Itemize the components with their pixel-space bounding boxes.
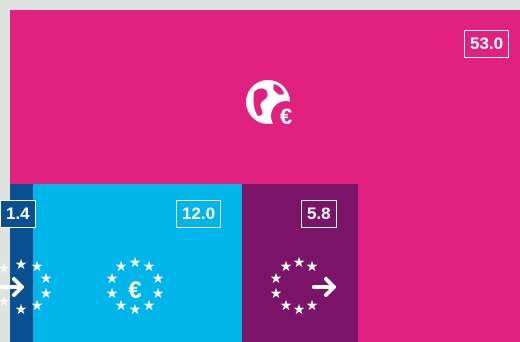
value-label-5-8: 5.8 <box>301 200 337 228</box>
value-label-1-4: 1.4 <box>0 200 36 228</box>
svg-text:★: ★ <box>15 257 28 273</box>
svg-text:€: € <box>128 277 141 304</box>
value-label-53: 53.0 <box>464 30 510 58</box>
svg-text:★: ★ <box>106 286 119 302</box>
svg-text:★: ★ <box>306 298 319 314</box>
svg-text:★: ★ <box>40 271 53 287</box>
svg-text:★: ★ <box>129 255 142 271</box>
svg-text:★: ★ <box>129 302 142 318</box>
svg-text:★: ★ <box>280 298 293 314</box>
svg-text:★: ★ <box>115 259 128 275</box>
svg-text:★: ★ <box>31 298 44 314</box>
stars-arrow-in-icon: ★ ★★ ★★★ ★★ <box>0 257 53 318</box>
stars-circle-arrow-out-icon: ★ ★ ★ ★★ ★ ★ ★ <box>270 255 336 318</box>
svg-text:★: ★ <box>270 271 283 287</box>
svg-text:★: ★ <box>306 259 319 275</box>
svg-text:★: ★ <box>293 255 306 271</box>
svg-text:★: ★ <box>0 261 10 277</box>
globe-euro-icon: € <box>246 80 301 131</box>
euro-stars-circle-icon: ★ ★★ ★★★ ★★★ ★ € <box>106 255 165 318</box>
svg-text:★: ★ <box>293 302 306 318</box>
svg-text:★: ★ <box>152 271 165 287</box>
treemap-chart: € ★ ★ ★ ★ ★ ★ ★ ★ ★ ★ € ★ ★ ★ ★ ★ ★ ★ ★ ★ ★ ★ ★ ★ ★ ★ ★ … <box>0 0 520 342</box>
value-label-12: 12.0 <box>176 200 222 228</box>
svg-text:★: ★ <box>15 302 28 318</box>
svg-text:★: ★ <box>143 298 156 314</box>
svg-text:★: ★ <box>0 294 10 310</box>
svg-text:€: € <box>280 104 292 129</box>
